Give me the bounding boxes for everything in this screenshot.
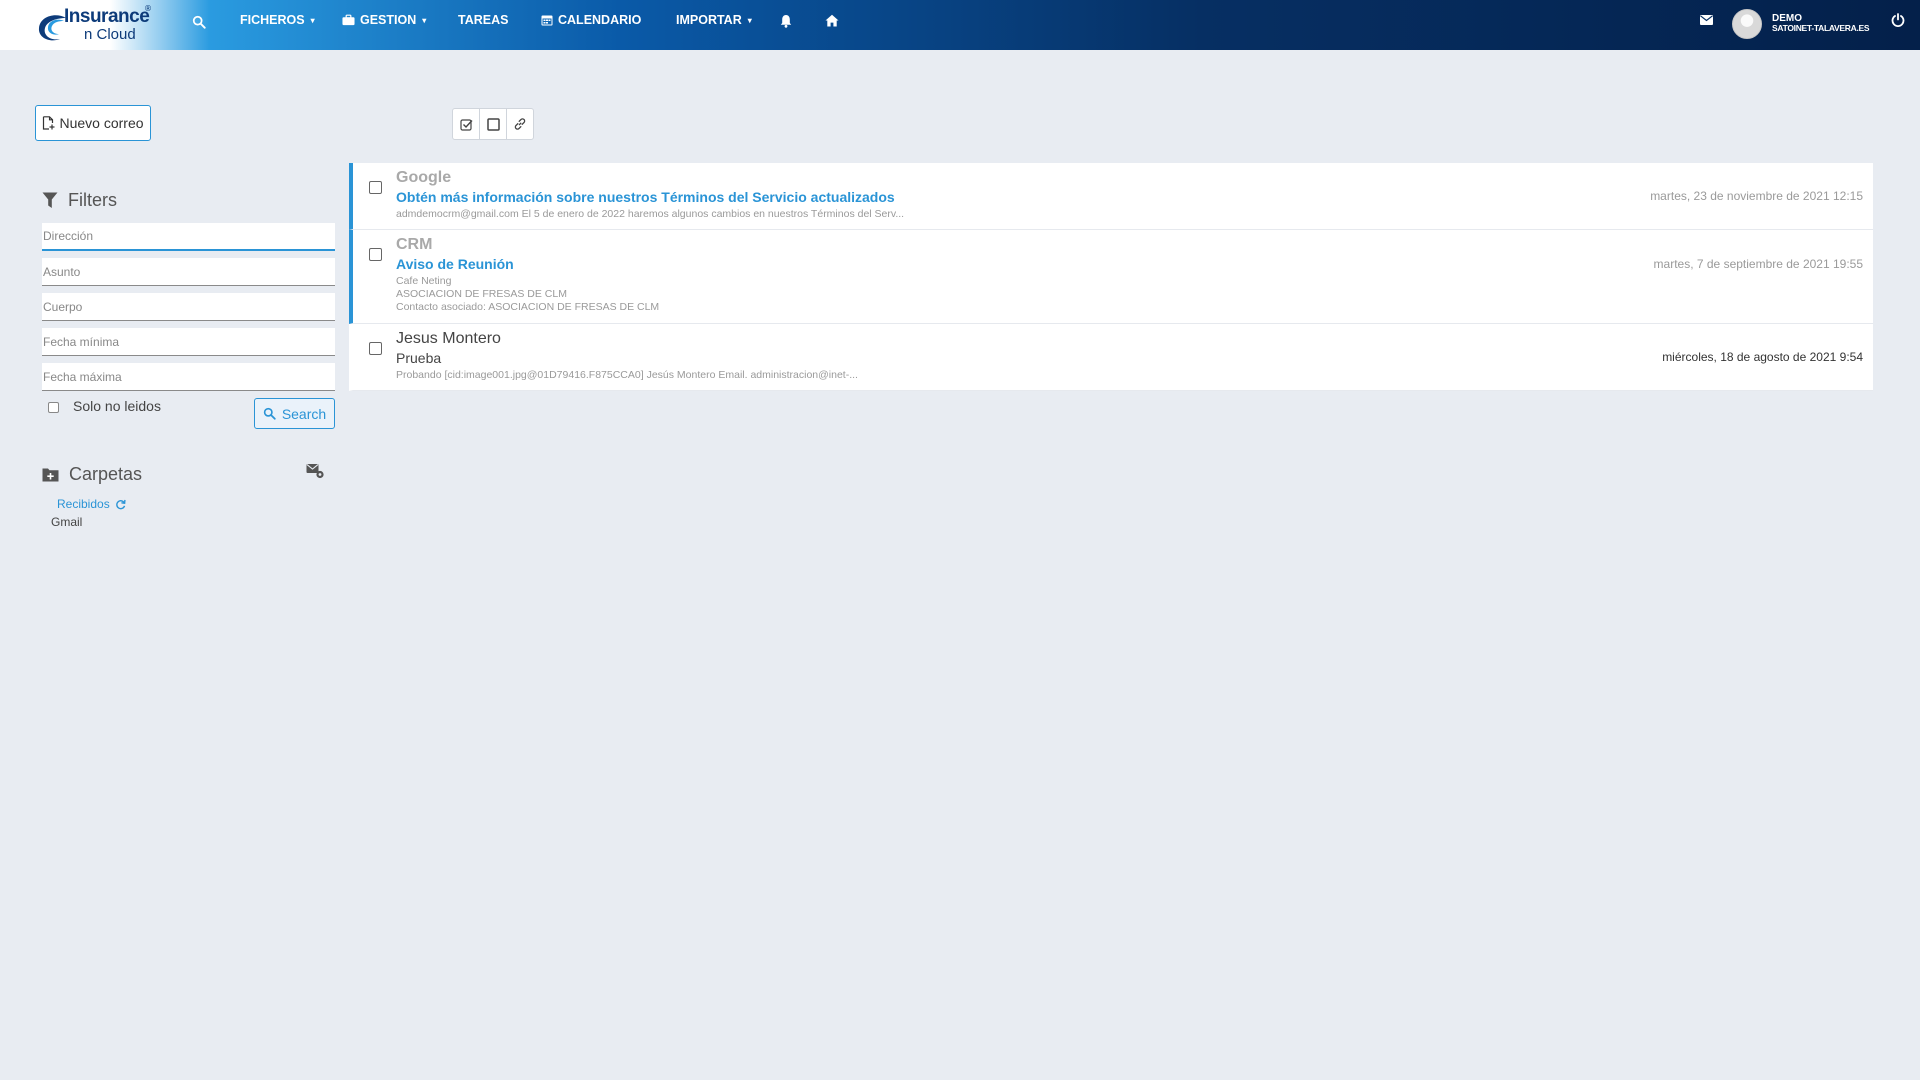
chevron-down-icon: ▾ (310, 15, 315, 25)
min-date-filter-input[interactable] (42, 328, 335, 356)
filters-title: Filters (68, 190, 117, 210)
nav-ficheros[interactable]: FICHEROS ▾ (240, 13, 315, 27)
body-filter-input[interactable] (42, 293, 335, 321)
mail-date: miércoles, 18 de agosto de 2021 9:54 (1662, 350, 1863, 364)
user-domain: SATOINET-TALAVERA.ES (1772, 23, 1870, 33)
unread-only-checkbox[interactable] (48, 402, 59, 413)
top-navbar: Insurance ® n Cloud FICHEROS ▾ GESTION ▾… (0, 0, 1920, 50)
folder-recibidos[interactable]: Recibidos (57, 497, 126, 511)
filter-icon (42, 192, 58, 208)
power-icon (1891, 13, 1905, 27)
mail-row[interactable]: Jesus Montero Prueba Probando [cid:image… (349, 324, 1873, 391)
mail-select-checkbox[interactable] (369, 342, 382, 355)
folder-plus-icon (42, 468, 59, 482)
folders-header: Carpetas (42, 464, 142, 485)
nav-calendario[interactable]: CALENDARIO (541, 13, 641, 27)
nav-tareas-label: TAREAS (458, 13, 509, 27)
envelope-icon (1700, 15, 1713, 25)
search-button-label: Search (281, 405, 327, 422)
mail-button[interactable] (1700, 15, 1713, 25)
mail-select-checkbox[interactable] (369, 248, 382, 261)
mail-toolbar (452, 108, 534, 140)
select-all-button[interactable] (480, 109, 507, 139)
mail-from: Jesus Montero (396, 330, 501, 347)
chevron-down-icon: ▾ (747, 15, 752, 25)
mail-subject: Aviso de Reunión (396, 256, 514, 272)
briefcase-icon (342, 14, 355, 26)
refresh-icon[interactable] (115, 499, 126, 510)
mail-settings-icon (306, 464, 324, 479)
mail-date: martes, 23 de noviembre de 2021 12:15 (1650, 189, 1863, 203)
nav-tareas[interactable]: TAREAS (458, 13, 508, 27)
square-icon (486, 117, 500, 131)
search-button[interactable]: Search (254, 398, 335, 429)
mail-subject: Obtén más información sobre nuestros Tér… (396, 189, 895, 205)
new-document-icon (43, 116, 55, 130)
mail-snippet: Cafe Neting (396, 275, 452, 287)
mail-snippet: admdemocrm@gmail.com El 5 de enero de 20… (396, 208, 905, 220)
direction-filter-input[interactable] (42, 223, 335, 251)
nav-calendario-label: CALENDARIO (558, 13, 642, 27)
folder-gmail-label: Gmail (51, 515, 83, 529)
mail-snippet: ASOCIACION DE FRESAS DE CLM (396, 288, 567, 300)
logo-registered-mark: ® (144, 4, 152, 13)
mail-subject: Prueba (396, 350, 442, 366)
user-avatar[interactable] (1732, 9, 1762, 39)
search-icon (263, 407, 276, 420)
check-square-icon (459, 118, 473, 131)
folder-recibidos-label: Recibidos (57, 497, 110, 511)
mail-date: martes, 7 de septiembre de 2021 19:55 (1653, 257, 1863, 271)
mail-from: CRM (396, 236, 433, 253)
calendar-icon (541, 15, 553, 26)
mail-list: Google Obtén más información sobre nuest… (349, 163, 1873, 391)
mail-snippet: Probando [cid:image001.jpg@01D79416.F875… (396, 369, 858, 381)
nav-gestion[interactable]: GESTION ▾ (342, 13, 426, 27)
nav-gestion-label: GESTION (360, 13, 417, 27)
link-button[interactable] (507, 109, 533, 139)
logo-text-insurance: Insurance (64, 6, 150, 27)
folder-gmail[interactable]: Gmail (51, 515, 82, 529)
unread-only-label: Solo no leidos (73, 398, 161, 414)
mark-read-button[interactable] (453, 109, 480, 139)
chevron-down-icon: ▾ (422, 15, 427, 25)
max-date-filter-input[interactable] (42, 363, 335, 391)
mail-row[interactable]: CRM Aviso de Reunión Cafe Neting ASOCIAC… (349, 230, 1873, 324)
home-icon (825, 14, 839, 27)
logout-button[interactable] (1891, 13, 1905, 27)
nav-importar-label: IMPORTAR (676, 13, 742, 27)
nav-importar[interactable]: IMPORTAR ▾ (676, 13, 752, 27)
mail-snippet: Contacto asociado: ASOCIACION DE FRESAS … (396, 301, 660, 313)
app-logo[interactable]: Insurance ® n Cloud (36, 4, 154, 46)
notifications-button[interactable] (780, 14, 792, 28)
bell-icon (780, 15, 792, 28)
mail-row[interactable]: Google Obtén más información sobre nuest… (349, 163, 1873, 230)
folders-title: Carpetas (69, 464, 143, 484)
logo-text-cloud: n Cloud (84, 26, 136, 43)
nav-search-button[interactable] (192, 15, 206, 29)
subject-filter-input[interactable] (42, 258, 335, 286)
search-icon (192, 15, 206, 29)
mail-select-checkbox[interactable] (369, 181, 382, 194)
nav-ficheros-label: FICHEROS (240, 13, 305, 27)
new-mail-button[interactable]: Nuevo correo (35, 105, 151, 141)
new-mail-label: Nuevo correo (59, 115, 144, 131)
filters-header: Filters (42, 190, 117, 211)
home-button[interactable] (825, 14, 839, 27)
mail-settings-button[interactable] (306, 463, 325, 483)
mail-from: Google (396, 169, 452, 186)
link-icon (514, 118, 526, 130)
